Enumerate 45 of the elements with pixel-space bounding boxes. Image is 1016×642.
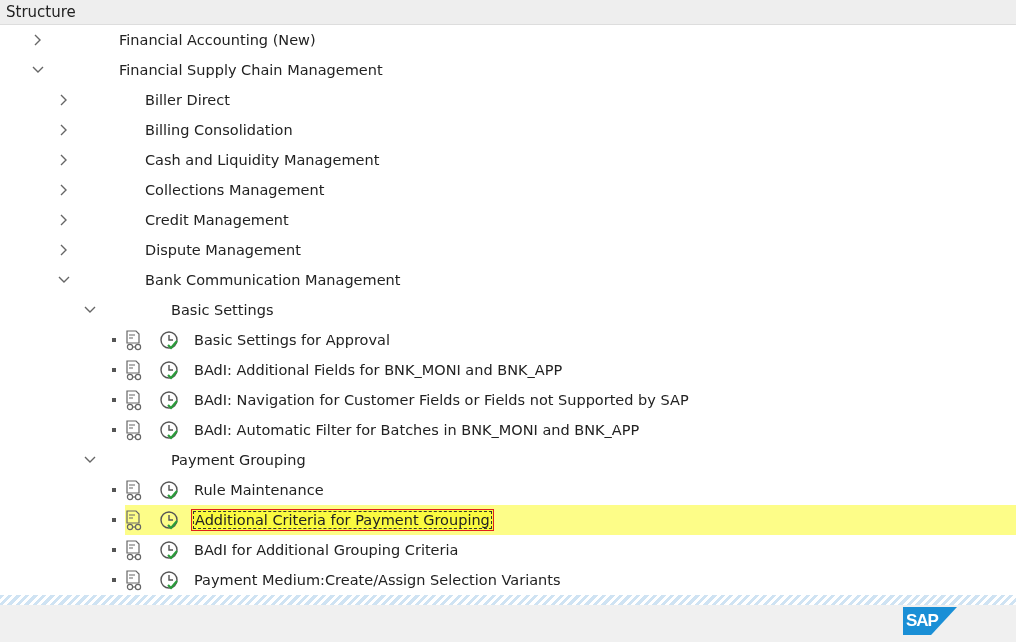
tree-node[interactable]: Cash and Liquidity Management <box>142 150 383 170</box>
document-glasses-icon[interactable] <box>125 479 143 501</box>
tree-item[interactable]: Payment Medium:Create/Assign Selection Variants <box>191 570 564 590</box>
tree-node[interactable]: Biller Direct <box>142 90 233 110</box>
clock-check-icon[interactable] <box>159 539 180 561</box>
tree-node[interactable]: Bank Communication Management <box>142 270 404 290</box>
bullet-icon <box>112 398 116 402</box>
document-glasses-icon[interactable] <box>125 389 143 411</box>
tree-node[interactable]: Billing Consolidation <box>142 120 296 140</box>
tree-item[interactable]: BAdI: Additional Fields for BNK_MONI and BNK_APP <box>191 360 566 380</box>
bullet-icon <box>112 368 116 372</box>
bullet-icon <box>112 488 116 492</box>
tree-item[interactable]: Rule Maintenance <box>191 480 327 500</box>
clock-check-icon[interactable] <box>159 419 180 441</box>
document-glasses-icon[interactable] <box>125 569 143 591</box>
document-glasses-icon[interactable] <box>125 419 143 441</box>
document-glasses-icon[interactable] <box>125 509 143 531</box>
tree-item[interactable]: Additional Criteria for Payment Grouping <box>191 509 494 531</box>
clock-check-icon[interactable] <box>159 509 180 531</box>
bullet-icon <box>112 548 116 552</box>
tree-item[interactable]: Basic Settings for Approval <box>191 330 393 350</box>
tree-node[interactable]: Dispute Management <box>142 240 304 260</box>
tree-node[interactable]: Financial Supply Chain Management <box>116 60 386 80</box>
clock-check-icon[interactable] <box>159 389 180 411</box>
bullet-icon <box>112 338 116 342</box>
bullet-icon <box>112 518 116 522</box>
document-glasses-icon[interactable] <box>125 539 143 561</box>
tree-node[interactable]: Credit Management <box>142 210 292 230</box>
tree-node[interactable]: Collections Management <box>142 180 328 200</box>
tree-item[interactable]: BAdI: Navigation for Customer Fields or Fields not Supported by SAP <box>191 390 692 410</box>
document-glasses-icon[interactable] <box>125 359 143 381</box>
tree-item[interactable]: BAdI for Additional Grouping Criteria <box>191 540 462 560</box>
clock-check-icon[interactable] <box>159 329 180 351</box>
tree-node[interactable]: Financial Accounting (New) <box>116 30 319 50</box>
tree-item[interactable]: BAdI: Automatic Filter for Batches in BNK_MONI and BNK_APP <box>191 420 643 440</box>
clock-check-icon[interactable] <box>159 479 180 501</box>
sap-logo: SAP <box>903 607 957 635</box>
tree-node[interactable]: Basic Settings <box>168 300 277 320</box>
clock-check-icon[interactable] <box>159 569 180 591</box>
document-glasses-icon[interactable] <box>125 329 143 351</box>
panel-title: Structure <box>0 0 1016 25</box>
clock-check-icon[interactable] <box>159 359 180 381</box>
bullet-icon <box>112 428 116 432</box>
bullet-icon <box>112 578 116 582</box>
tree-node[interactable]: Payment Grouping <box>168 450 309 470</box>
